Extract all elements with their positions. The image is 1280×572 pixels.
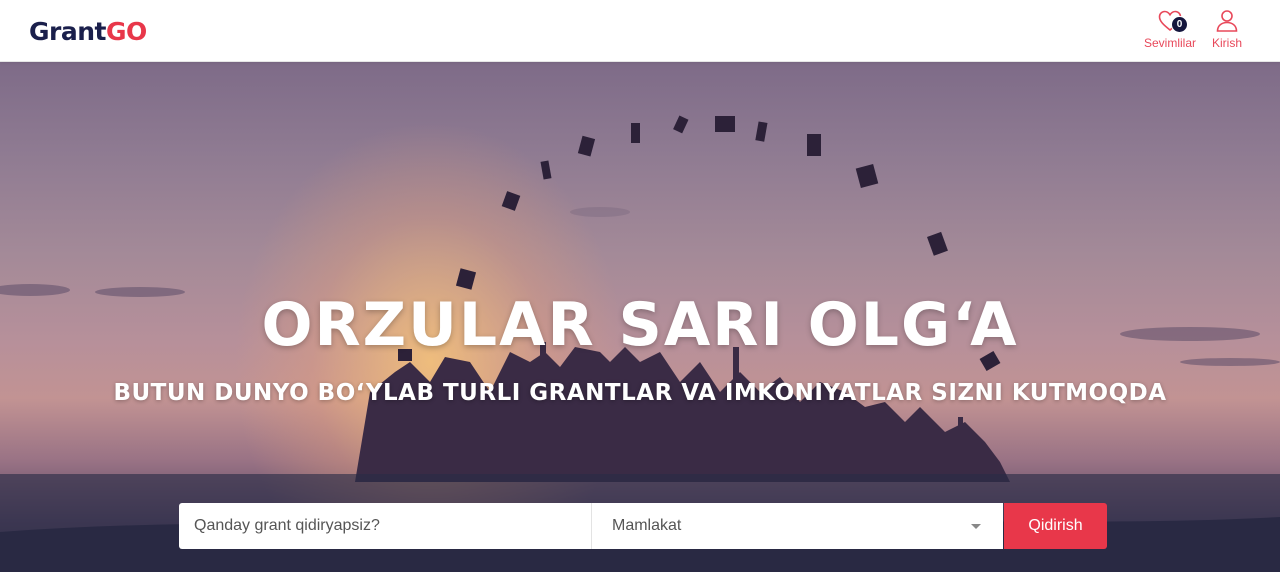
search-bar: Mamlakat Qidirish <box>0 474 1280 572</box>
caret-down-icon <box>971 523 981 529</box>
logo[interactable]: Grant GO <box>29 14 147 48</box>
user-icon <box>1214 8 1240 34</box>
favorites-link[interactable]: 0 Sevimlilar <box>1140 8 1200 50</box>
logo-text-grant: Grant <box>29 16 106 46</box>
site-header: Grant GO 0 Sevimlilar Kirish <box>0 0 1280 62</box>
country-select[interactable]: Mamlakat <box>592 503 1003 549</box>
favorites-count-badge: 0 <box>1171 16 1188 33</box>
hero-subtitle: BUTUN DUNYO BO‘YLAB TURLI GRANTLAR VA IM… <box>113 380 1167 406</box>
country-select-value: Mamlakat <box>612 517 682 534</box>
hero-title: ORZULAR SARI OLG‘A <box>261 290 1019 360</box>
login-link[interactable]: Kirish <box>1205 8 1249 50</box>
hero-section: ORZULAR SARI OLG‘A BUTUN DUNYO BO‘YLAB T… <box>0 62 1280 572</box>
logo-text-go: GO <box>105 16 147 46</box>
grant-search-input[interactable] <box>179 503 592 549</box>
favorites-label: Sevimlilar <box>1143 36 1196 50</box>
login-label: Kirish <box>1211 36 1242 50</box>
search-button[interactable]: Qidirish <box>1004 503 1107 549</box>
heart-icon: 0 <box>1157 8 1188 34</box>
